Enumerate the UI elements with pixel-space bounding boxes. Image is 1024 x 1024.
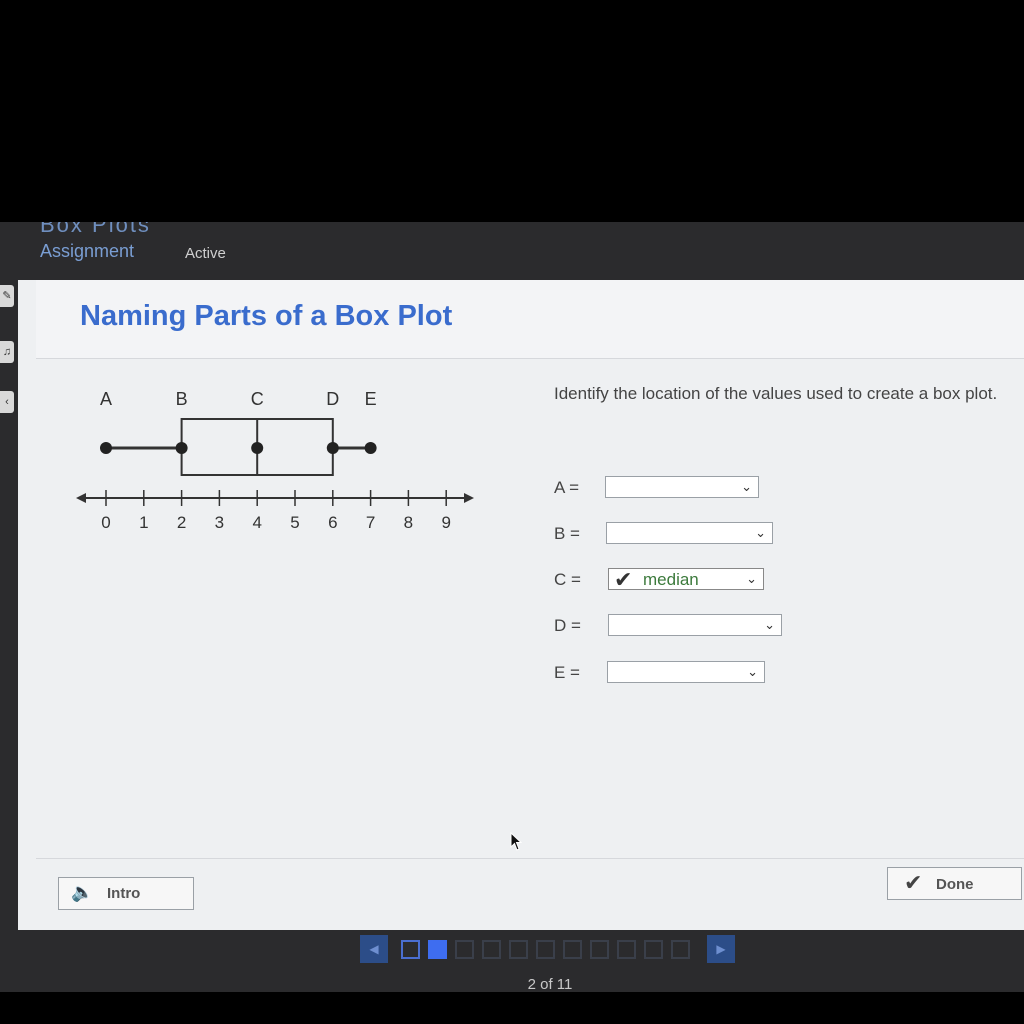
- point-b: [175, 442, 188, 454]
- page-count: 2 of 11: [527, 976, 573, 993]
- answer-label-d: D =: [554, 616, 581, 635]
- speaker-icon: 🔈: [71, 882, 94, 902]
- page-square-5[interactable]: [509, 940, 528, 959]
- tick-label: 1: [139, 513, 148, 532]
- page-square-2[interactable]: [428, 940, 447, 959]
- point-label-d: D: [326, 389, 339, 409]
- page-square-4[interactable]: [482, 940, 501, 959]
- point-c: [251, 442, 264, 454]
- point-label-b: B: [176, 389, 188, 409]
- tab-assignment[interactable]: Assignment: [40, 241, 134, 262]
- intro-button[interactable]: 🔈 Intro: [58, 877, 194, 910]
- chevron-down-icon: ⌄: [747, 664, 758, 679]
- page-square-8[interactable]: [590, 940, 609, 959]
- select-a[interactable]: ⌄: [605, 476, 759, 498]
- next-page-icon[interactable]: ▶: [707, 935, 735, 963]
- tick-label: 7: [366, 513, 375, 532]
- check-icon: ✔: [614, 567, 633, 592]
- select-c-value: median: [643, 570, 699, 589]
- tick-label: 3: [215, 513, 224, 532]
- point-label-c: C: [251, 389, 264, 409]
- point-a: [100, 442, 112, 454]
- headphones-icon[interactable]: ♫: [0, 341, 14, 363]
- point-label-e: E: [365, 389, 377, 409]
- select-e[interactable]: ⌄: [607, 661, 765, 683]
- tick-label: 8: [404, 513, 413, 532]
- select-c[interactable]: ✔ median ⌄: [608, 567, 764, 592]
- question-text: Identify the location of the values used…: [554, 384, 998, 403]
- point-label-a: A: [100, 389, 112, 409]
- tick-label: 5: [290, 513, 299, 532]
- footer-divider: [36, 858, 1024, 859]
- page-square-3[interactable]: [455, 940, 474, 959]
- done-label: Done: [936, 876, 974, 893]
- chevron-down-icon: ⌄: [746, 571, 757, 586]
- point-e: [364, 442, 377, 454]
- page-square-1[interactable]: [401, 940, 420, 959]
- check-icon: ✔: [904, 870, 923, 895]
- tick-label: 6: [328, 513, 337, 532]
- answer-label-e: E =: [554, 663, 580, 682]
- box-plot: A B C D E 0 1 2 3 4 5 6 7 8 9: [76, 389, 474, 532]
- page-square-6[interactable]: [536, 940, 555, 959]
- chevron-down-icon: ⌄: [755, 525, 766, 540]
- chevron-down-icon: ⌄: [764, 617, 775, 632]
- panel-header: Naming Parts of a Box Plot: [36, 280, 1024, 359]
- select-b[interactable]: ⌄: [606, 522, 773, 544]
- page-square-10[interactable]: [644, 940, 663, 959]
- page-square-11[interactable]: [671, 940, 690, 959]
- tick-label: 2: [177, 513, 186, 532]
- tick-label: 9: [441, 513, 450, 532]
- answer-label-a: A =: [554, 478, 580, 497]
- status-label: Active: [185, 245, 226, 262]
- lesson-title: Box Plots: [40, 222, 151, 232]
- select-d[interactable]: ⌄: [608, 614, 782, 636]
- page-square-7[interactable]: [563, 940, 582, 959]
- tick-label: 4: [252, 513, 261, 532]
- tick-label: 0: [101, 513, 110, 532]
- point-d: [326, 442, 339, 454]
- answer-label-b: B =: [554, 524, 580, 543]
- page-square-9[interactable]: [617, 940, 636, 959]
- arrow-right-icon: [464, 493, 474, 503]
- done-button[interactable]: ✔ Done: [887, 867, 1022, 900]
- page-title: Naming Parts of a Box Plot: [80, 300, 453, 332]
- intro-label: Intro: [107, 885, 141, 902]
- answer-label-c: C =: [554, 570, 581, 589]
- collapse-icon[interactable]: ‹: [0, 391, 14, 413]
- mouse-cursor-icon: [510, 832, 523, 851]
- chevron-down-icon: ⌄: [741, 479, 752, 494]
- pencil-icon[interactable]: ✎: [0, 285, 14, 307]
- prev-page-icon[interactable]: ◀: [360, 935, 388, 963]
- arrow-left-icon: [76, 493, 86, 503]
